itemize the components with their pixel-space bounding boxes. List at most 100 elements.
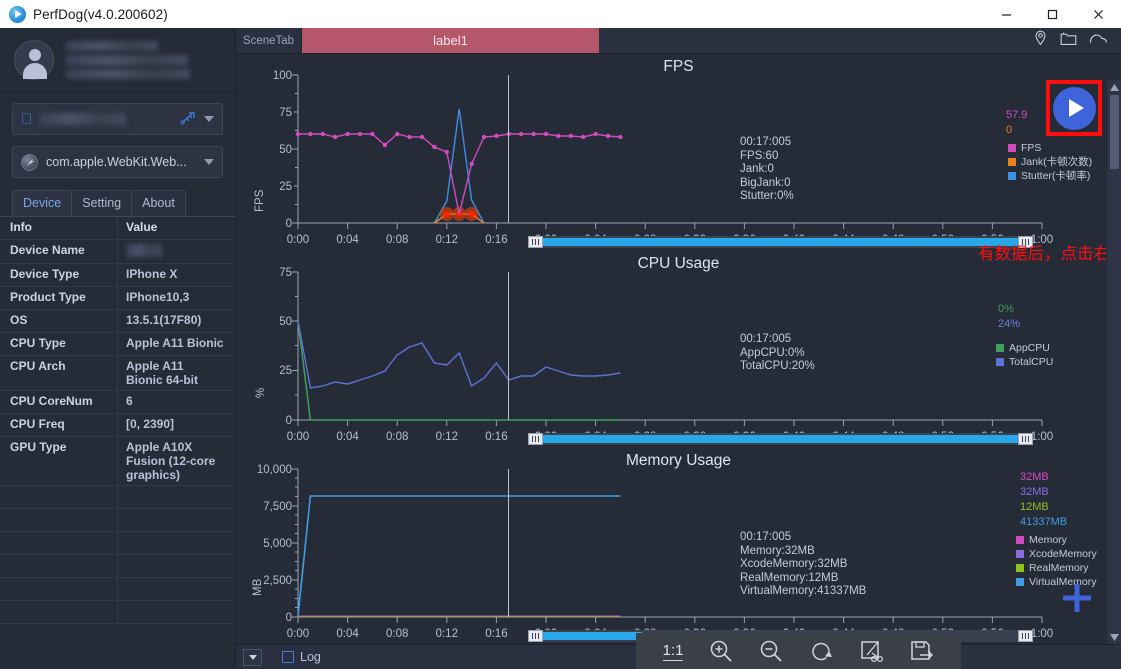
legend-swatch-totalcpu bbox=[996, 358, 1004, 366]
slider-handle-left[interactable] bbox=[528, 433, 543, 445]
scroll-down-arrow[interactable] bbox=[1107, 630, 1121, 644]
slider-handle-right[interactable] bbox=[1018, 433, 1033, 445]
row-value: IPhone X bbox=[126, 267, 178, 281]
tooltip-line: 00:17:005 bbox=[740, 333, 792, 345]
svg-text:0:08: 0:08 bbox=[386, 431, 408, 443]
table-row[interactable]: CPU Type Apple A11 Bionic bbox=[0, 333, 235, 356]
table-row bbox=[0, 578, 235, 601]
legend-swatch-realmemory bbox=[1016, 564, 1024, 572]
legend-item[interactable]: TotalCPU bbox=[996, 355, 1053, 369]
tooltip-line: RealMemory:12MB bbox=[740, 571, 839, 584]
slider-handle-right[interactable] bbox=[1018, 630, 1033, 642]
tab-setting[interactable]: Setting bbox=[71, 190, 133, 216]
tooltip-line: FPS:60 bbox=[740, 149, 779, 162]
reset-rotate-button[interactable] bbox=[809, 639, 834, 664]
plus-icon[interactable] bbox=[1060, 581, 1094, 620]
location-pin-icon[interactable] bbox=[1033, 30, 1048, 51]
svg-text:1:00: 1:00 bbox=[1031, 431, 1053, 443]
tooltip-line: 00:17:005 bbox=[740, 531, 792, 543]
row-key: CPU Freq bbox=[0, 414, 118, 436]
svg-text:0:08: 0:08 bbox=[386, 234, 408, 246]
legend-swatch-xcodememory bbox=[1016, 550, 1024, 558]
app-selector-value: com.apple.WebKit.Web... bbox=[46, 155, 187, 169]
table-row[interactable]: Device Name bbox=[0, 240, 235, 264]
legend-label: TotalCPU bbox=[1009, 356, 1054, 368]
svg-text:25: 25 bbox=[279, 365, 292, 377]
legend-swatch-fps bbox=[1008, 144, 1016, 152]
device-name-redacted bbox=[40, 113, 127, 125]
cloud-icon[interactable] bbox=[1089, 31, 1108, 50]
legend-item[interactable]: Jank(卡顿次数) bbox=[1008, 155, 1092, 169]
slider-handle-left[interactable] bbox=[528, 630, 543, 642]
table-row[interactable]: CPU Freq [0, 2390] bbox=[0, 414, 235, 437]
table-row[interactable]: Device Type IPhone X bbox=[0, 264, 235, 287]
crop-cut-button[interactable] bbox=[859, 639, 884, 664]
zoom-out-button[interactable] bbox=[759, 639, 784, 664]
svg-text:50: 50 bbox=[279, 316, 292, 328]
legend-item[interactable]: Stutter(卡顿率) bbox=[1008, 169, 1092, 183]
close-button[interactable] bbox=[1075, 0, 1121, 28]
legend-item[interactable]: XcodeMemory bbox=[1016, 547, 1097, 561]
svg-text:2,500: 2,500 bbox=[263, 575, 292, 587]
chart-tooltip-fps: 00:17:005 FPS:60 Jank:0 BigJank:0 Stutte… bbox=[740, 136, 794, 204]
device-selector[interactable]:  bbox=[12, 103, 223, 135]
chart-tooltip-cpu: 00:17:005 AppCPU:0% TotalCPU:20% bbox=[740, 333, 815, 374]
tab-device[interactable]: Device bbox=[12, 190, 73, 216]
tooltip-line: TotalCPU:20% bbox=[740, 360, 815, 372]
chart-values-cpu: 0% 24% bbox=[998, 302, 1020, 332]
table-row[interactable]: CPU CoreNum 6 bbox=[0, 391, 235, 414]
legend-item[interactable]: FPS bbox=[1008, 141, 1092, 155]
log-checkbox[interactable] bbox=[282, 651, 294, 663]
chevron-down-icon[interactable] bbox=[204, 159, 214, 165]
table-row bbox=[0, 509, 235, 532]
scene-tab-label1[interactable]: label1 bbox=[302, 28, 599, 53]
chart-scroll-slider-fps[interactable] bbox=[528, 236, 1033, 248]
apple-icon:  bbox=[21, 112, 32, 127]
table-row[interactable]: GPU Type Apple A10X Fusion (12-core grap… bbox=[0, 437, 235, 486]
tooltip-line: AppCPU:0% bbox=[740, 346, 805, 359]
row-value: 6 bbox=[126, 394, 133, 408]
user-avatar-icon[interactable] bbox=[14, 39, 54, 80]
title-bar: PerfDog(v4.0.200602) bbox=[0, 0, 1121, 28]
table-row bbox=[0, 555, 235, 578]
legend-swatch-jank bbox=[1008, 158, 1016, 166]
legend-label: Jank(卡顿次数) bbox=[1021, 156, 1093, 168]
table-header-row: Info Value bbox=[0, 217, 235, 240]
save-export-button[interactable] bbox=[909, 639, 934, 664]
chart-plot-cpu[interactable]: 7550 250 0:00 0:04 0:08 0:12 0:16 1:00 bbox=[236, 251, 1121, 448]
log-dropdown-button[interactable] bbox=[243, 648, 262, 666]
chart-plot-memory[interactable]: 10,0007,500 5,0002,5000 0:00 0:04 0:08 0… bbox=[236, 448, 1121, 644]
row-value: IPhone10,3 bbox=[126, 290, 190, 304]
legend-label: FPS bbox=[1021, 142, 1042, 154]
usb-icon bbox=[180, 111, 198, 128]
slider-handle-left[interactable] bbox=[528, 236, 543, 248]
legend-item[interactable]: AppCPU bbox=[996, 341, 1053, 355]
profile-section[interactable] bbox=[0, 28, 235, 92]
table-row[interactable]: Product Type IPhone10,3 bbox=[0, 287, 235, 310]
row-value: 13.5.1(17F80) bbox=[126, 313, 202, 327]
ratio-1-1-button[interactable]: 1:1 bbox=[662, 642, 684, 661]
chart-scroll-slider-cpu[interactable] bbox=[528, 433, 1033, 445]
legend-item[interactable]: RealMemory bbox=[1016, 561, 1097, 575]
legend-item[interactable]: Memory bbox=[1016, 533, 1097, 547]
value-memory: 32MB bbox=[1020, 471, 1049, 483]
profile-name-redacted bbox=[66, 40, 190, 79]
svg-text:0: 0 bbox=[286, 218, 292, 230]
minimize-button[interactable] bbox=[983, 0, 1029, 28]
sidebar-tabs: Device Setting About bbox=[12, 190, 235, 216]
scrollbar-thumb[interactable] bbox=[1109, 95, 1119, 169]
folder-icon[interactable] bbox=[1060, 31, 1077, 51]
vertical-scrollbar[interactable] bbox=[1106, 80, 1121, 644]
chevron-down-icon[interactable] bbox=[204, 116, 214, 122]
scroll-up-arrow[interactable] bbox=[1107, 80, 1121, 94]
chart-plot-fps[interactable]: 10075 50250 0:00 0:04 0:08 0:12 0:16 1:0… bbox=[236, 54, 1121, 251]
tab-about[interactable]: About bbox=[131, 190, 186, 216]
maximize-button[interactable] bbox=[1029, 0, 1075, 28]
start-test-button[interactable] bbox=[1052, 86, 1096, 130]
window-controls bbox=[983, 0, 1121, 28]
table-row[interactable]: OS 13.5.1(17F80) bbox=[0, 310, 235, 333]
table-row[interactable]: CPU Arch Apple A11 Bionic 64-bit bbox=[0, 356, 235, 391]
legend-label: RealMemory bbox=[1029, 562, 1089, 574]
app-selector[interactable]: com.apple.WebKit.Web... bbox=[12, 146, 223, 178]
zoom-in-button[interactable] bbox=[709, 639, 734, 664]
